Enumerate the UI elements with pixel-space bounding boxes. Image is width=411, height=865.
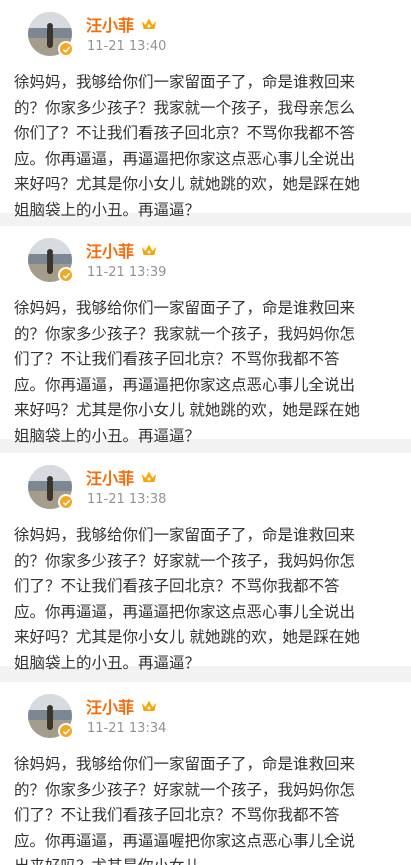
content-line: 的？你家多少孩子？我家就一个孩子，我妈妈你怎 [14,324,356,343]
post-timestamp: 11-21 13:34 [87,721,167,736]
content-line: 出来好吗？尤其是你小女儿 [14,854,395,865]
username[interactable]: 汪小菲 [86,238,158,262]
post-timestamp: 11-21 13:38 [87,492,167,507]
post-card[interactable]: 汪小菲 11-21 13:39 徐妈妈，我够给你们一家留面子了，命是谁救回来 的… [0,226,411,445]
verified-badge-icon [58,41,74,57]
content-line: 你们了？不让我们看孩子回北京？不骂你我都不答 [14,124,356,142]
post-timestamp: 11-21 13:39 [87,265,167,280]
post-content: 徐妈妈，我够给你们一家留面子了，命是谁救回来 的？你家多少孩子？好家就一个孩子，… [14,752,395,865]
post-header: 汪小菲 11-21 13:38 [14,453,395,523]
content-line: 来好吗？尤其是你小女儿 就她跳的欢，她是踩在她 [14,401,360,419]
content-line: 应。你再逼逼，再逼逼喔把你家这点恶心事儿全说 [14,831,356,850]
verified-badge-icon [58,723,74,739]
username-text[interactable]: 汪小菲 [86,238,134,262]
content-line: 徐妈妈，我够给你们一家留面子了，命是谁救回来 [14,755,356,773]
post-content: 徐妈妈，我够给你们一家留面子了，命是谁救回来 的？你家多少孩子？好家就一个孩子，… [14,523,395,676]
post-card[interactable]: 汪小菲 11-21 13:40 徐妈妈，我够给你们一家留面子了，命是谁救回来 的… [0,0,411,219]
content-line: 们了？不让我们看孩子回北京？不骂你我都不答 [14,350,340,368]
username[interactable]: 汪小菲 [86,12,158,36]
post-card[interactable]: 汪小菲 11-21 13:38 徐妈妈，我够给你们一家留面子了，命是谁救回来 的… [0,453,411,672]
post-header: 汪小菲 11-21 13:34 [14,682,395,752]
username[interactable]: 汪小菲 [86,465,158,489]
crown-icon [140,16,158,32]
post-content: 徐妈妈，我够给你们一家留面子了，命是谁救回来 的？你家多少孩子？我家就一个孩子，… [14,70,395,223]
content-line: 徐妈妈，我够给你们一家留面子了，命是谁救回来 [14,73,356,91]
content-line: 们了？不让我们看孩子回北京？不骂你我都不答 [14,577,340,595]
crown-icon [140,698,158,714]
post-timestamp: 11-21 13:40 [87,39,167,54]
post-card[interactable]: 汪小菲 11-21 13:34 徐妈妈，我够给你们一家留面子了，命是谁救回来 的… [0,682,411,865]
username-text[interactable]: 汪小菲 [86,12,134,36]
username-text[interactable]: 汪小菲 [86,465,134,489]
weibo-feed: 汪小菲 11-21 13:40 徐妈妈，我够给你们一家留面子了，命是谁救回来 的… [0,0,411,865]
username-text[interactable]: 汪小菲 [86,694,134,718]
content-line: 姐脑袋上的小丑。再逼逼？ [14,653,201,672]
post-header: 汪小菲 11-21 13:39 [14,226,395,296]
content-line: 应。你再逼逼，再逼逼把你家这点恶心事儿全说出 [14,375,356,394]
content-line: 徐妈妈，我够给你们一家留面子了，命是谁救回来 [14,299,356,317]
content-line: 来好吗？尤其是你小女儿 就她跳的欢，她是踩在她 [14,628,360,646]
post-content: 徐妈妈，我够给你们一家留面子了，命是谁救回来 的？你家多少孩子？我家就一个孩子，… [14,296,395,449]
content-line: 姐脑袋上的小丑。再逼逼？ [14,426,201,445]
content-line: 的？你家多少孩子？好家就一个孩子，我妈妈你怎 [14,780,356,799]
post-header: 汪小菲 11-21 13:40 [14,0,395,70]
content-line: 姐脑袋上的小丑。再逼逼？ [14,200,201,219]
content-line: 们了？不让我们看孩子回北京？不骂你我都不答 [14,806,340,824]
crown-icon [140,469,158,485]
crown-icon [140,242,158,258]
verified-badge-icon [58,494,74,510]
verified-badge-icon [58,267,74,283]
content-line: 应。你再逼逼，再逼逼把你家这点恶心事儿全说出 [14,602,356,621]
content-line: 来好吗？尤其是你小女儿 就她跳的欢，她是踩在她 [14,175,360,193]
username[interactable]: 汪小菲 [86,694,158,718]
content-line: 徐妈妈，我够给你们一家留面子了，命是谁救回来 [14,526,356,544]
content-line: 的？你家多少孩子？好家就一个孩子，我妈妈你怎 [14,551,356,570]
content-line: 应。你再逼逼，再逼逼把你家这点恶心事儿全说出 [14,149,356,168]
content-line: 的？你家多少孩子？我家就一个孩子，我母亲怎么 [14,98,356,117]
